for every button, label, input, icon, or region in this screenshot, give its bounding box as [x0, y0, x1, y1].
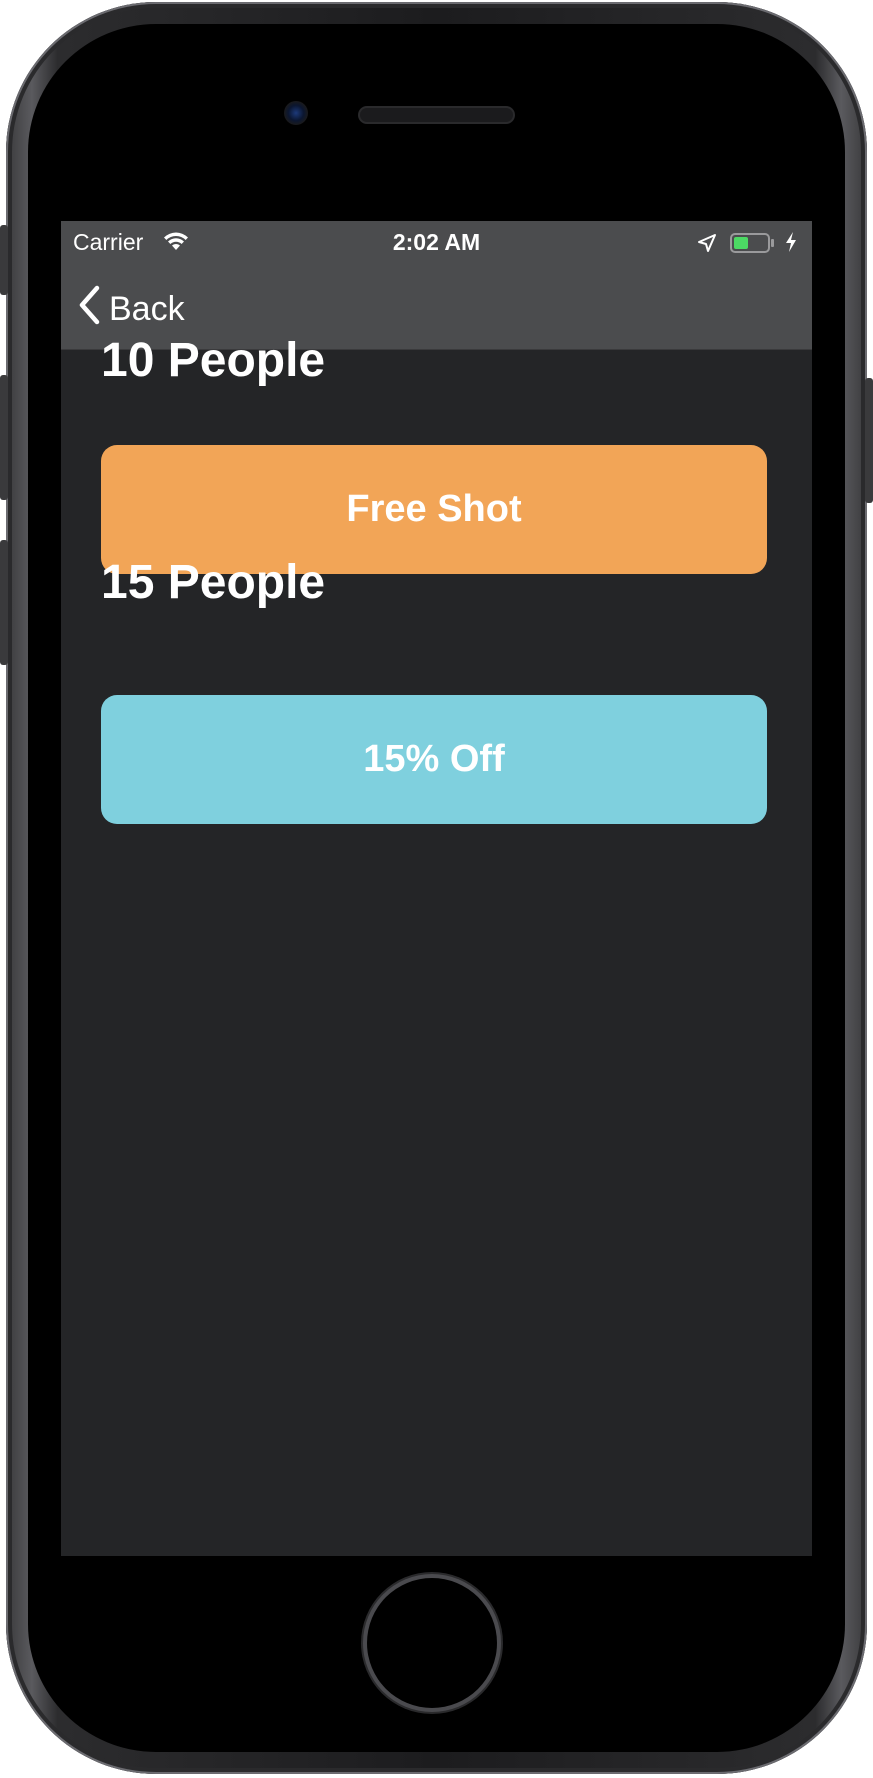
location-arrow-icon	[697, 232, 717, 259]
mute-switch	[0, 225, 8, 295]
volume-up-button	[0, 375, 8, 500]
home-button[interactable]	[367, 1578, 497, 1708]
tier-title-10-people: 10 People	[101, 334, 326, 387]
back-button-label: Back	[109, 290, 185, 328]
power-button	[865, 378, 873, 503]
front-camera	[284, 101, 308, 125]
app-screen: Carrier 2:02 AM Back 10 People Free Shot…	[61, 221, 812, 1556]
battery-icon	[730, 232, 774, 253]
tier-title-15-people: 15 People	[101, 556, 326, 609]
earpiece-speaker	[360, 108, 513, 122]
chevron-left-icon	[77, 285, 109, 334]
volume-down-button	[0, 540, 8, 665]
status-bar: Carrier 2:02 AM	[61, 221, 812, 263]
back-button[interactable]: Back	[77, 285, 185, 334]
reward-button-15-off[interactable]: 15% Off	[101, 695, 767, 824]
charging-bolt-icon	[784, 231, 798, 259]
